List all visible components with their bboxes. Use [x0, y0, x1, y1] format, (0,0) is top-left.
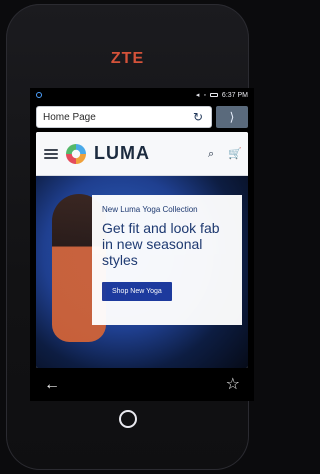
- battery-icon: [209, 93, 218, 97]
- luma-header: LUMA ⌕ 🛒: [36, 132, 248, 176]
- hero-kicker: New Luma Yoga Collection: [102, 205, 198, 214]
- tabs-icon: ⟩: [229, 110, 235, 124]
- web-page: LUMA ⌕ 🛒 New Luma Yoga Collection Get fi…: [36, 132, 248, 368]
- signal-icon: ◂: [195, 92, 200, 99]
- status-time: 6:37 PM: [221, 91, 248, 99]
- status-left: [36, 92, 42, 98]
- search-icon[interactable]: ⌕: [208, 148, 220, 160]
- back-arrow-icon[interactable]: ←: [44, 376, 60, 393]
- browser-screen: ◂ ◦ 6:37 PM Home Page ↻ ⟩ LUMA ⌕ 🛒 New L…: [30, 88, 254, 401]
- hamburger-menu-icon[interactable]: [44, 148, 58, 159]
- home-button[interactable]: [118, 410, 137, 428]
- device-brand: ZTE: [110, 50, 145, 67]
- status-bar: ◂ ◦ 6:37 PM: [30, 88, 254, 102]
- hero-banner: New Luma Yoga Collection Get fit and loo…: [36, 176, 248, 368]
- header-actions: ⌕ 🛒: [208, 148, 242, 160]
- wifi-icon: ◦: [203, 91, 206, 99]
- hero-title: Get fit and look fab in new seasonal sty…: [102, 220, 220, 268]
- address-bar[interactable]: Home Page ↻: [36, 106, 212, 128]
- cart-icon[interactable]: 🛒: [228, 148, 242, 160]
- status-right: ◂ ◦ 6:37 PM: [195, 91, 248, 100]
- reload-icon[interactable]: ↻: [193, 111, 205, 123]
- address-bar-text[interactable]: Home Page: [43, 112, 193, 123]
- luma-logo-icon[interactable]: [64, 142, 88, 166]
- star-icon[interactable]: ☆: [226, 376, 240, 393]
- browser-bottom-bar: ← ☆: [30, 368, 254, 401]
- phone-device: ZTE ◂ ◦ 6:37 PM Home Page ↻ ⟩ LUMA ⌕ 🛒 N…: [6, 4, 254, 470]
- shop-new-yoga-button[interactable]: Shop New Yoga: [102, 282, 172, 301]
- luma-wordmark[interactable]: LUMA: [94, 143, 150, 164]
- notification-icon: [36, 92, 42, 98]
- tabs-button[interactable]: ⟩: [216, 106, 248, 128]
- hero-card: New Luma Yoga Collection Get fit and loo…: [92, 195, 242, 325]
